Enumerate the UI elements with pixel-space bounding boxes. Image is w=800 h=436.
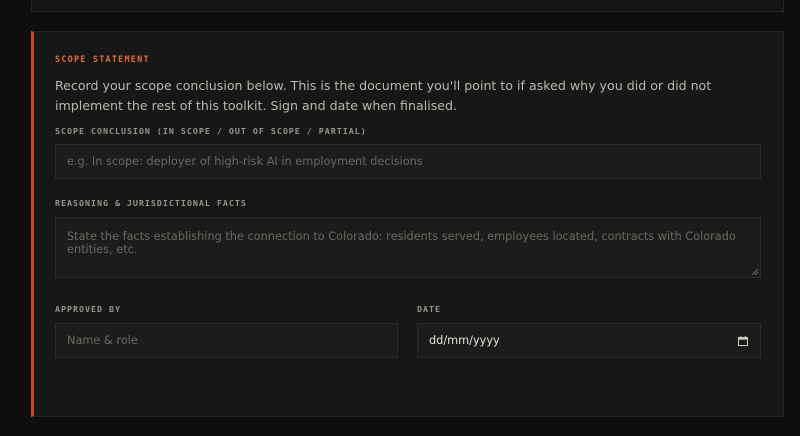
date-value: dd/mm/yyyy (429, 334, 500, 347)
reasoning-label: REASONING & JURISDICTIONAL FACTS (55, 198, 247, 208)
approved-by-placeholder: Name & role (67, 334, 138, 347)
calendar-icon[interactable] (738, 335, 748, 346)
section-eyebrow: SCOPE STATEMENT (55, 55, 150, 65)
scope-statement-card: SCOPE STATEMENT Record your scope conclu… (31, 31, 784, 417)
scope-conclusion-label: SCOPE CONCLUSION (IN SCOPE / OUT OF SCOP… (55, 126, 367, 136)
section-intro: Record your scope conclusion below. This… (55, 78, 712, 113)
scope-conclusion-input[interactable]: e.g. In scope: deployer of high-risk AI … (55, 144, 761, 179)
reasoning-textarea[interactable]: State the facts establishing the connect… (55, 217, 761, 278)
date-input[interactable]: dd/mm/yyyy (417, 323, 761, 358)
reasoning-placeholder: State the facts establishing the connect… (67, 230, 736, 256)
scope-conclusion-placeholder: e.g. In scope: deployer of high-risk AI … (67, 155, 423, 168)
approved-by-label: APPROVED BY (55, 304, 121, 314)
resize-grip-icon[interactable] (752, 269, 758, 275)
previous-section-card (31, 0, 784, 12)
date-label: DATE (417, 304, 441, 314)
approved-by-input[interactable]: Name & role (55, 323, 398, 358)
